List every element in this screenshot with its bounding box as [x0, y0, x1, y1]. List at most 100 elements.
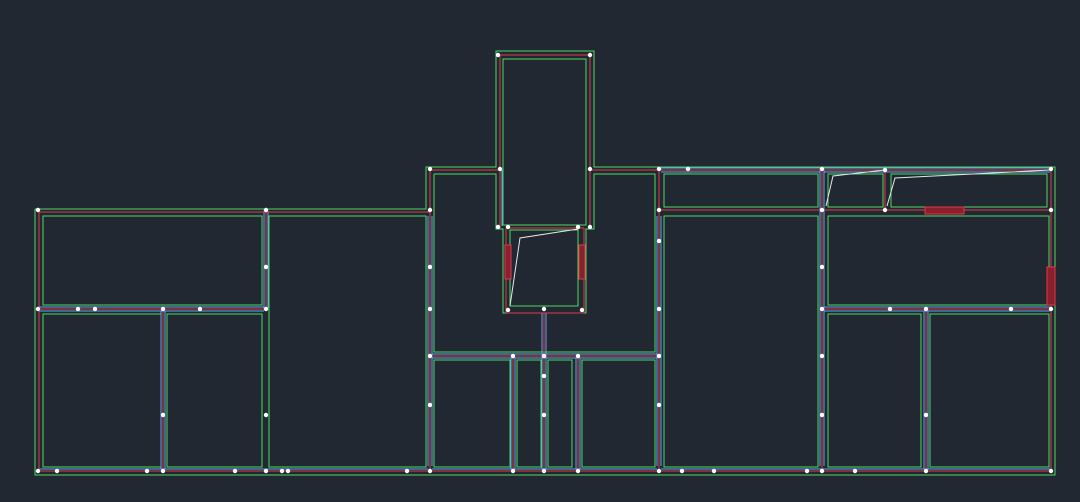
vertex-node [160, 412, 166, 418]
floor-plan-drawing[interactable] [0, 0, 1080, 502]
vertex-node [427, 353, 433, 359]
vertex-node [819, 207, 825, 213]
room-left-center [268, 215, 427, 468]
vertex-node [575, 224, 581, 230]
vertex-node [923, 412, 929, 418]
room-bath-b [581, 359, 656, 468]
vertex-node [1048, 468, 1054, 474]
vertex-node [263, 264, 269, 270]
vertex-node [144, 468, 150, 474]
room-top-strip-c [890, 173, 1048, 208]
vertex-node [656, 238, 662, 244]
room-top-right [827, 215, 1050, 306]
vertex-node [263, 207, 269, 213]
room-closet-b [547, 359, 573, 468]
vertex-node [232, 468, 238, 474]
vertex-node [427, 264, 433, 270]
vertex-node [852, 468, 858, 474]
vertex-node [819, 306, 825, 312]
vertex-node [711, 468, 717, 474]
room-bottom-left-a [42, 313, 162, 468]
vertex-node [427, 166, 433, 172]
vertex-node [263, 306, 269, 312]
vertex-node [819, 468, 825, 474]
vertex-node [427, 468, 433, 474]
vertex-node [882, 207, 888, 213]
window-openings [504, 206, 1056, 306]
room-bottom-right-b [929, 313, 1050, 468]
vertex-node [35, 468, 41, 474]
door-swing-top-b [825, 169, 886, 207]
room-top-left [42, 215, 263, 306]
room-bottom-left-b [166, 313, 263, 468]
vertex-node [656, 166, 662, 172]
room-top-strip-a [663, 173, 819, 208]
door-swing-top-c [886, 169, 1051, 207]
vertex-node [882, 167, 888, 173]
vertex-node [541, 373, 547, 379]
vertex-node [587, 166, 593, 172]
vertex-node [285, 468, 291, 474]
window-stair-right [578, 244, 586, 280]
door-swing-stair [509, 228, 579, 307]
vertex-node [35, 207, 41, 213]
room-bottom-right-a [827, 313, 922, 468]
room-right-center [663, 215, 819, 468]
vertex-node [495, 224, 501, 230]
room-tower [502, 58, 587, 226]
drawing-canvas[interactable] [0, 0, 1080, 502]
window-stair-left [504, 244, 512, 280]
vertex-node [92, 306, 98, 312]
vertex-node [541, 468, 547, 474]
room-closet-a [516, 359, 542, 468]
vertex-node [819, 166, 825, 172]
vertex-node [656, 353, 662, 359]
vertex-node [505, 307, 511, 313]
vertex-node [1048, 306, 1054, 312]
vertex-node [1048, 207, 1054, 213]
vertex-node [804, 468, 810, 474]
vertex-node [819, 412, 825, 418]
vertex-node [887, 306, 893, 312]
vertex-node [404, 468, 410, 474]
vertex-node [427, 306, 433, 312]
vertex-node [575, 353, 581, 359]
vertex-node [579, 307, 585, 313]
window-right [1046, 266, 1056, 306]
wall-centerlines [38, 54, 1052, 472]
exterior-wall-centerline [38, 54, 1052, 472]
vertex-node [656, 468, 662, 474]
window-top-right [924, 206, 965, 215]
vertex-node [587, 224, 593, 230]
vertex-node [656, 306, 662, 312]
vertex-node [263, 412, 269, 418]
vertex-node [510, 353, 516, 359]
vertex-node [263, 468, 269, 474]
door-swing-lines [509, 169, 1051, 307]
vertex-node [819, 353, 825, 359]
vertex-node [510, 468, 516, 474]
vertex-node [279, 468, 285, 474]
vertex-node [495, 52, 501, 58]
vertex-node [160, 468, 166, 474]
vertex-node [679, 468, 685, 474]
vertex-node [685, 166, 691, 172]
vertex-node [541, 412, 547, 418]
vertex-node [923, 306, 929, 312]
room-top-strip-b [827, 173, 884, 208]
vertex-node [497, 166, 503, 172]
vertex-node [75, 306, 81, 312]
vertex-node [541, 353, 547, 359]
vertex-node [923, 468, 929, 474]
vertex-node [656, 402, 662, 408]
vertex-node [427, 402, 433, 408]
vertex-node [1008, 306, 1014, 312]
vertex-node [819, 264, 825, 270]
vertex-node [35, 306, 41, 312]
vertex-node [656, 207, 662, 213]
vertex-node [160, 306, 166, 312]
vertex-node [541, 306, 547, 312]
exterior-wall-outer [34, 50, 1056, 476]
vertex-node [1048, 166, 1054, 172]
room-bath-a [433, 359, 511, 468]
